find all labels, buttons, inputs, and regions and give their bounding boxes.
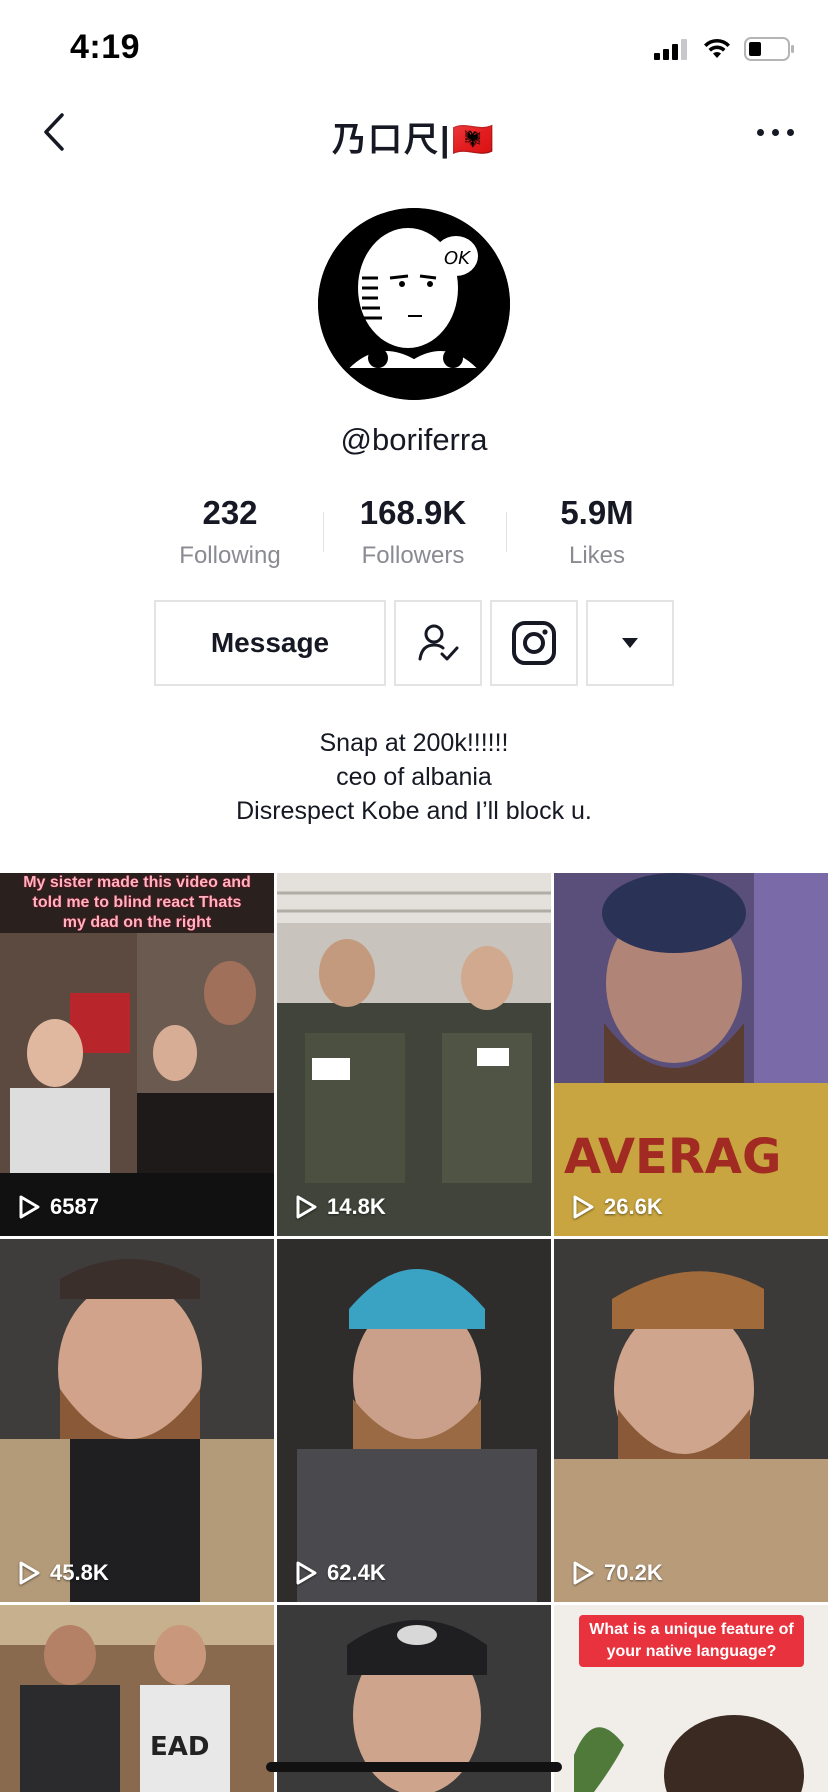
stat-likes[interactable]: 5.9M Likes	[507, 494, 687, 570]
view-count-label: 62.4K	[327, 1560, 386, 1585]
view-count-label: 26.6K	[604, 1194, 663, 1219]
profile-display-name: 乃口尺|🇦🇱	[332, 121, 496, 159]
video-thumbnail-image: AVERAG	[554, 873, 828, 1236]
video-caption: My sister made this video and told me to…	[23, 874, 251, 931]
person-check-icon	[418, 624, 459, 661]
video-thumbnail-image	[554, 1239, 828, 1602]
svg-text:OK: OK	[444, 248, 471, 269]
dot-icon	[787, 128, 794, 136]
stat-value: 168.9K	[359, 494, 467, 531]
stat-value: 5.9M	[560, 494, 634, 531]
video-thumbnail-image	[277, 1239, 551, 1602]
video-thumbnail-image	[0, 1239, 274, 1602]
video-caption: What is a unique feature of your native …	[579, 1615, 804, 1667]
bio-line: Disrespect Kobe and I’ll block u.	[236, 797, 592, 825]
play-icon	[296, 1561, 317, 1585]
video-thumbnail[interactable]: My sister made this video and told me to…	[0, 873, 274, 1236]
status-icons	[654, 36, 796, 62]
view-count: 6587	[18, 1194, 99, 1220]
caret-down-icon	[622, 638, 638, 648]
video-thumbnail[interactable]: EAD	[0, 1605, 274, 1792]
video-thumbnail[interactable]: AVERAG 26.6K	[554, 873, 828, 1236]
view-count: 62.4K	[295, 1560, 386, 1586]
svg-text:EAD: EAD	[150, 1732, 209, 1762]
home-indicator[interactable]	[266, 1762, 562, 1772]
username: @boriferra	[340, 422, 488, 457]
view-count: 14.8K	[295, 1194, 386, 1220]
bio-line: ceo of albania	[336, 763, 492, 791]
view-count: 26.6K	[572, 1194, 663, 1220]
stat-following[interactable]: 232 Following	[140, 494, 320, 570]
stat-value: 232	[202, 494, 258, 531]
stat-followers[interactable]: 168.9K Followers	[323, 494, 503, 570]
nav-bar: 乃口尺|🇦🇱	[0, 100, 828, 164]
dot-icon	[757, 128, 764, 136]
avatar[interactable]: OK	[318, 208, 510, 400]
play-icon	[573, 1195, 594, 1219]
play-icon	[19, 1561, 40, 1585]
video-thumbnail-image: EAD	[0, 1605, 274, 1792]
avatar-illustration: OK	[318, 208, 510, 400]
play-icon	[573, 1561, 594, 1585]
video-thumbnail-image	[277, 873, 551, 1236]
bio-line: Snap at 200k!!!!!!	[319, 729, 509, 757]
profile-stats: 232 Following 168.9K Followers 5.9M Like…	[0, 494, 828, 574]
video-thumbnail[interactable]: 14.8K	[277, 873, 551, 1236]
suggested-accounts-button[interactable]	[586, 600, 674, 686]
video-thumbnail[interactable]: 70.2K	[554, 1239, 828, 1602]
bio: Snap at 200k!!!!!! ceo of albania Disres…	[0, 726, 828, 828]
view-count-label: 45.8K	[50, 1560, 109, 1585]
stat-label: Following	[179, 542, 281, 569]
view-count-label: 70.2K	[604, 1560, 663, 1585]
dot-icon	[772, 128, 779, 136]
stat-label: Followers	[361, 542, 465, 569]
view-count-label: 14.8K	[327, 1194, 386, 1219]
play-icon	[296, 1195, 317, 1219]
instagram-icon	[512, 621, 556, 665]
more-options-button[interactable]	[757, 120, 794, 144]
signal-icon	[654, 39, 687, 60]
stat-label: Likes	[568, 542, 626, 569]
instagram-button[interactable]	[490, 600, 578, 686]
wifi-icon	[704, 38, 730, 58]
message-button[interactable]: Message	[154, 600, 386, 686]
video-thumbnail[interactable]: 62.4K	[277, 1239, 551, 1602]
view-count: 45.8K	[18, 1560, 109, 1586]
following-button[interactable]	[394, 600, 482, 686]
view-count-label: 6587	[50, 1194, 99, 1219]
play-icon	[19, 1195, 40, 1219]
status-bar: 4:19	[0, 0, 828, 100]
video-thumbnail[interactable]: 45.8K	[0, 1239, 274, 1602]
status-time: 4:19	[70, 28, 141, 66]
view-count: 70.2K	[572, 1560, 663, 1586]
svg-text:AVERAG: AVERAG	[564, 1129, 781, 1185]
battery-icon	[744, 37, 794, 61]
video-thumbnail[interactable]: What is a unique feature of your native …	[554, 1605, 828, 1792]
